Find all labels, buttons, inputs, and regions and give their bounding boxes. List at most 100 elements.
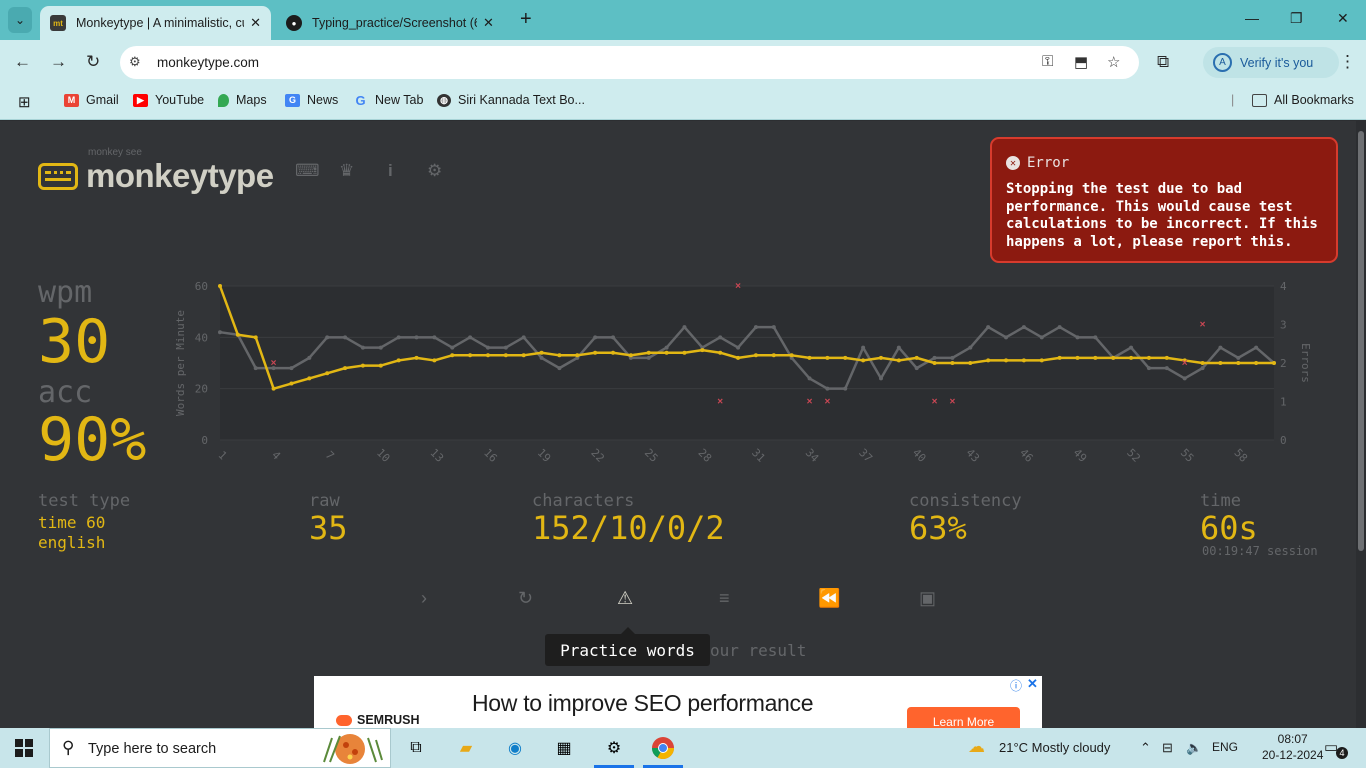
tab-monkeytype[interactable]: mt Monkeytype | A minimalistic, customiz… bbox=[40, 6, 271, 40]
language-indicator[interactable]: ENG bbox=[1212, 740, 1238, 754]
chart-point-wpm bbox=[253, 335, 258, 340]
weather-icon[interactable]: ☁ bbox=[968, 737, 985, 757]
tray-chevron-icon[interactable]: ⌃ bbox=[1140, 740, 1151, 756]
ad-info-icon[interactable]: ⓘ bbox=[1010, 677, 1022, 694]
bookmark-new-tab[interactable]: G New Tab bbox=[353, 93, 423, 108]
apps-grid-icon[interactable]: ⊞ bbox=[18, 93, 31, 111]
tooltip: Practice words bbox=[545, 634, 710, 666]
chart-point-raw bbox=[1146, 366, 1151, 371]
chart-y-axis-label: Words per Minute bbox=[174, 310, 187, 416]
file-explorer-icon[interactable]: ▰ bbox=[452, 734, 480, 762]
bookmark-youtube[interactable]: ▶ YouTube bbox=[133, 93, 204, 107]
restore-button[interactable]: ❐ bbox=[1290, 10, 1303, 27]
close-window-button[interactable]: ✕ bbox=[1337, 10, 1349, 27]
windows-start-icon[interactable] bbox=[15, 739, 33, 757]
close-icon[interactable]: ✕ bbox=[483, 15, 494, 31]
store-icon[interactable]: ▦ bbox=[550, 734, 578, 762]
chart-x-tick-label: 10 bbox=[374, 446, 393, 465]
screenshot-icon[interactable]: ▣ bbox=[919, 588, 936, 609]
monkeytype-page: monkey see monkeytype ⌨ ♛ i ⚙ ✕ Error St… bbox=[0, 121, 1356, 728]
raw-label: raw bbox=[309, 491, 340, 511]
wpm-label: wpm bbox=[38, 275, 93, 310]
minimize-button[interactable]: — bbox=[1245, 10, 1259, 26]
error-x-icon: ✕ bbox=[1006, 156, 1020, 170]
chart-error-marker: × bbox=[950, 397, 956, 408]
tab-title: Typing_practice/Screenshot (6).png bbox=[312, 16, 477, 30]
url-text[interactable]: monkeytype.com bbox=[157, 55, 259, 70]
next-test-icon[interactable]: › bbox=[421, 588, 427, 609]
logo[interactable]: monkey see monkeytype bbox=[38, 147, 274, 195]
chart-point-raw bbox=[646, 355, 651, 360]
back-arrow-icon[interactable]: ← bbox=[14, 52, 31, 72]
page-scrollbar[interactable] bbox=[1356, 121, 1366, 728]
bookmark-gmail[interactable]: M Gmail bbox=[64, 93, 119, 107]
logo-text: monkey see monkeytype bbox=[86, 147, 274, 194]
test-type-label: test type bbox=[38, 491, 131, 511]
chart-error-marker: × bbox=[717, 397, 723, 408]
key-icon[interactable]: ⚿ bbox=[1042, 53, 1053, 70]
scrollbar-thumb[interactable] bbox=[1358, 131, 1364, 551]
chart-point-raw bbox=[468, 335, 473, 340]
bookmark-all[interactable]: All Bookmarks bbox=[1252, 93, 1354, 107]
chart-point-wpm bbox=[896, 358, 901, 363]
restart-icon[interactable]: ↻ bbox=[518, 588, 533, 609]
chart-point-raw bbox=[396, 335, 401, 340]
keyboard-icon[interactable]: ⌨ bbox=[295, 161, 320, 181]
replay-icon[interactable]: ⏪ bbox=[818, 588, 840, 609]
chart-x-tick-label: 28 bbox=[696, 446, 715, 465]
volume-icon[interactable]: 🔈 bbox=[1186, 740, 1202, 756]
network-icon[interactable]: ⊟ bbox=[1162, 740, 1173, 756]
tab-github[interactable]: ● Typing_practice/Screenshot (6).png ✕ bbox=[276, 6, 506, 40]
chart-point-wpm bbox=[611, 350, 616, 355]
chart-point-raw bbox=[771, 325, 776, 330]
address-bar[interactable]: ⚙ monkeytype.com ⚿ ⬒ ☆ bbox=[120, 46, 1139, 79]
reload-icon[interactable]: ↻ bbox=[86, 52, 100, 72]
error-notification[interactable]: ✕ Error Stopping the test due to bad per… bbox=[990, 137, 1338, 263]
bookmark-news[interactable]: G News bbox=[285, 93, 338, 107]
star-icon[interactable]: ☆ bbox=[1107, 53, 1120, 71]
taskbar-search[interactable]: ⚲ Type here to search bbox=[49, 728, 391, 768]
ad-headline[interactable]: How to improve SEO performance bbox=[472, 690, 814, 717]
forward-arrow-icon[interactable]: → bbox=[50, 52, 67, 72]
new-tab-button[interactable]: + bbox=[520, 8, 532, 31]
edge-icon[interactable]: ◉ bbox=[501, 734, 529, 762]
crown-icon[interactable]: ♛ bbox=[339, 161, 354, 181]
ad-cta-button[interactable]: Learn More bbox=[907, 707, 1020, 728]
task-view-icon[interactable]: ⧉ bbox=[402, 734, 430, 762]
search-icon: ⚲ bbox=[62, 738, 75, 757]
chart-point-raw bbox=[1200, 366, 1205, 371]
chart-point-raw bbox=[432, 335, 437, 340]
wpm-chart[interactable]: 0204060012341 4 7 10 13 16 19 22 25 28 31 34 37 40 43 4… bbox=[168, 273, 1318, 478]
settings-icon[interactable]: ⚙ bbox=[600, 734, 628, 762]
bookmark-siri-kannada[interactable]: ◍ Siri Kannada Text Bo... bbox=[437, 93, 585, 107]
words-history-icon[interactable]: ≡ bbox=[719, 588, 730, 609]
more-menu-icon[interactable]: ⋮ bbox=[1339, 52, 1356, 72]
chart-x-tick-label: 55 bbox=[1178, 446, 1197, 465]
chart-point-raw bbox=[1236, 355, 1241, 360]
tab-search-button[interactable]: ⌄ bbox=[8, 7, 32, 33]
extensions-icon[interactable]: ⧉ bbox=[1157, 52, 1169, 72]
profile-button[interactable]: A Verify it's you bbox=[1203, 47, 1339, 78]
gear-icon[interactable]: ⚙ bbox=[427, 161, 442, 181]
ad-close-icon[interactable]: ✕ bbox=[1027, 676, 1038, 692]
ad-banner[interactable]: How to improve SEO performance SEMRUSH L… bbox=[314, 676, 1042, 728]
info-icon[interactable]: i bbox=[388, 161, 393, 181]
site-info-icon[interactable]: ⚙ bbox=[129, 54, 141, 70]
chart-point-raw bbox=[593, 335, 598, 340]
practice-words-icon[interactable]: ⚠ bbox=[617, 588, 633, 609]
weather-text[interactable]: 21°C Mostly cloudy bbox=[999, 740, 1110, 755]
chart-point-wpm bbox=[343, 366, 348, 371]
bookmark-maps[interactable]: Maps bbox=[218, 93, 267, 107]
chart-point-wpm bbox=[521, 353, 526, 358]
close-icon[interactable]: ✕ bbox=[250, 15, 261, 31]
chrome-icon[interactable] bbox=[649, 734, 677, 762]
install-app-icon[interactable]: ⬒ bbox=[1074, 53, 1088, 71]
chart-point-wpm bbox=[360, 363, 365, 368]
chart-point-raw bbox=[1021, 325, 1026, 330]
chart-point-raw bbox=[807, 376, 812, 381]
chart-point-wpm bbox=[557, 353, 562, 358]
chart-error-marker: × bbox=[1200, 320, 1206, 331]
chart-point-wpm bbox=[1039, 358, 1044, 363]
clock[interactable]: 08:07 20-12-2024 bbox=[1262, 731, 1323, 763]
monkeytype-favicon-icon: mt bbox=[50, 15, 66, 31]
